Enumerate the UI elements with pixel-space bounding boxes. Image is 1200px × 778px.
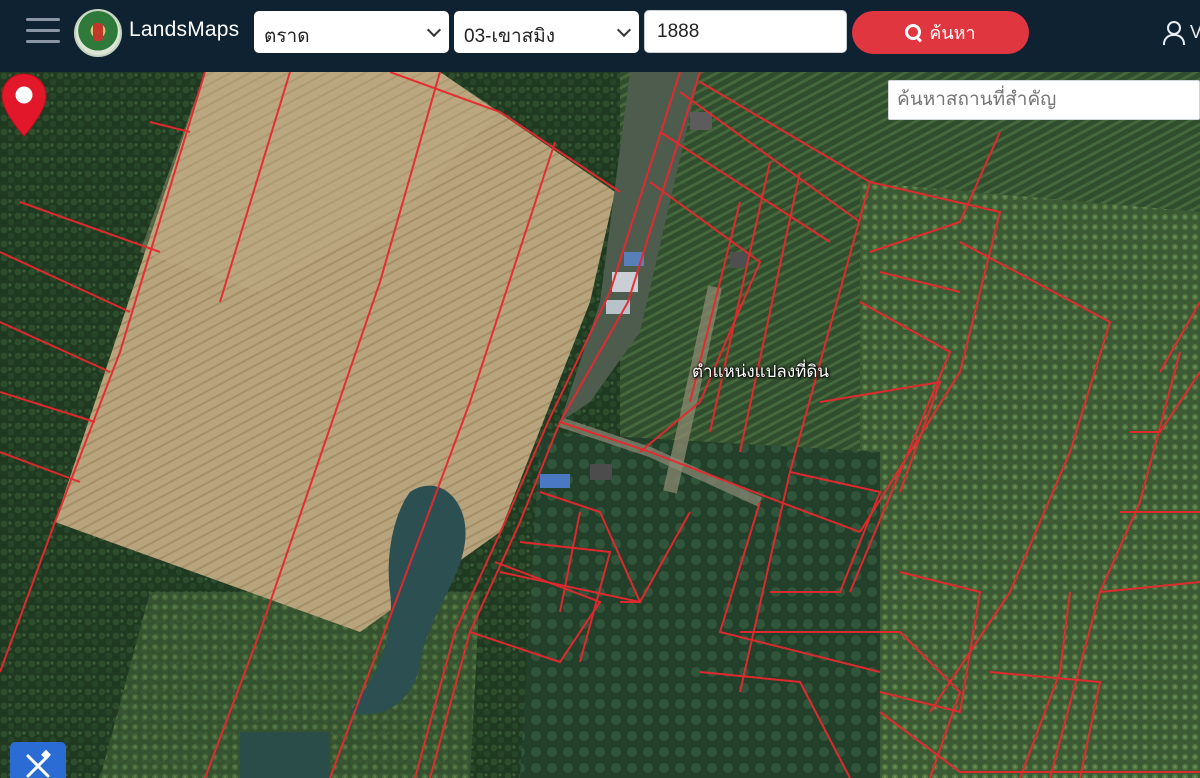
map-pin-icon[interactable] [0,72,48,138]
chevron-down-icon [616,22,632,38]
brand-name: LandsMaps [129,18,240,41]
district-select-value: 03-เขาสมิง [464,26,556,47]
chevron-down-icon [426,22,442,38]
landsmaps-logo [74,9,122,57]
user-name: V [1190,22,1200,42]
hamburger-menu-icon[interactable] [26,18,60,46]
parcel-location-label: ตำแหน่งแปลงที่ดิน [692,362,830,381]
search-button[interactable]: ค้นหา [852,11,1029,54]
satellite-imagery [0,72,1200,778]
district-select[interactable]: 03-เขาสมิง [454,11,639,53]
province-select-value: ตราด [264,26,310,47]
parcel-number-input[interactable] [644,10,847,53]
user-icon [1162,20,1185,45]
search-button-label: ค้นหา [929,23,976,43]
top-navigation-bar: LandsMaps ตราด 03-เขาสมิง ค้นหา V [0,0,1200,72]
measure-tool-button[interactable] [10,742,66,778]
search-icon [905,24,922,41]
satellite-map-canvas[interactable]: ตำแหน่งแปลงที่ดิน [0,72,1200,778]
user-account-button[interactable]: V [1160,20,1200,50]
province-select[interactable]: ตราด [254,11,449,53]
poi-search-input[interactable] [888,80,1200,120]
ruler-pencil-icon [26,749,51,778]
